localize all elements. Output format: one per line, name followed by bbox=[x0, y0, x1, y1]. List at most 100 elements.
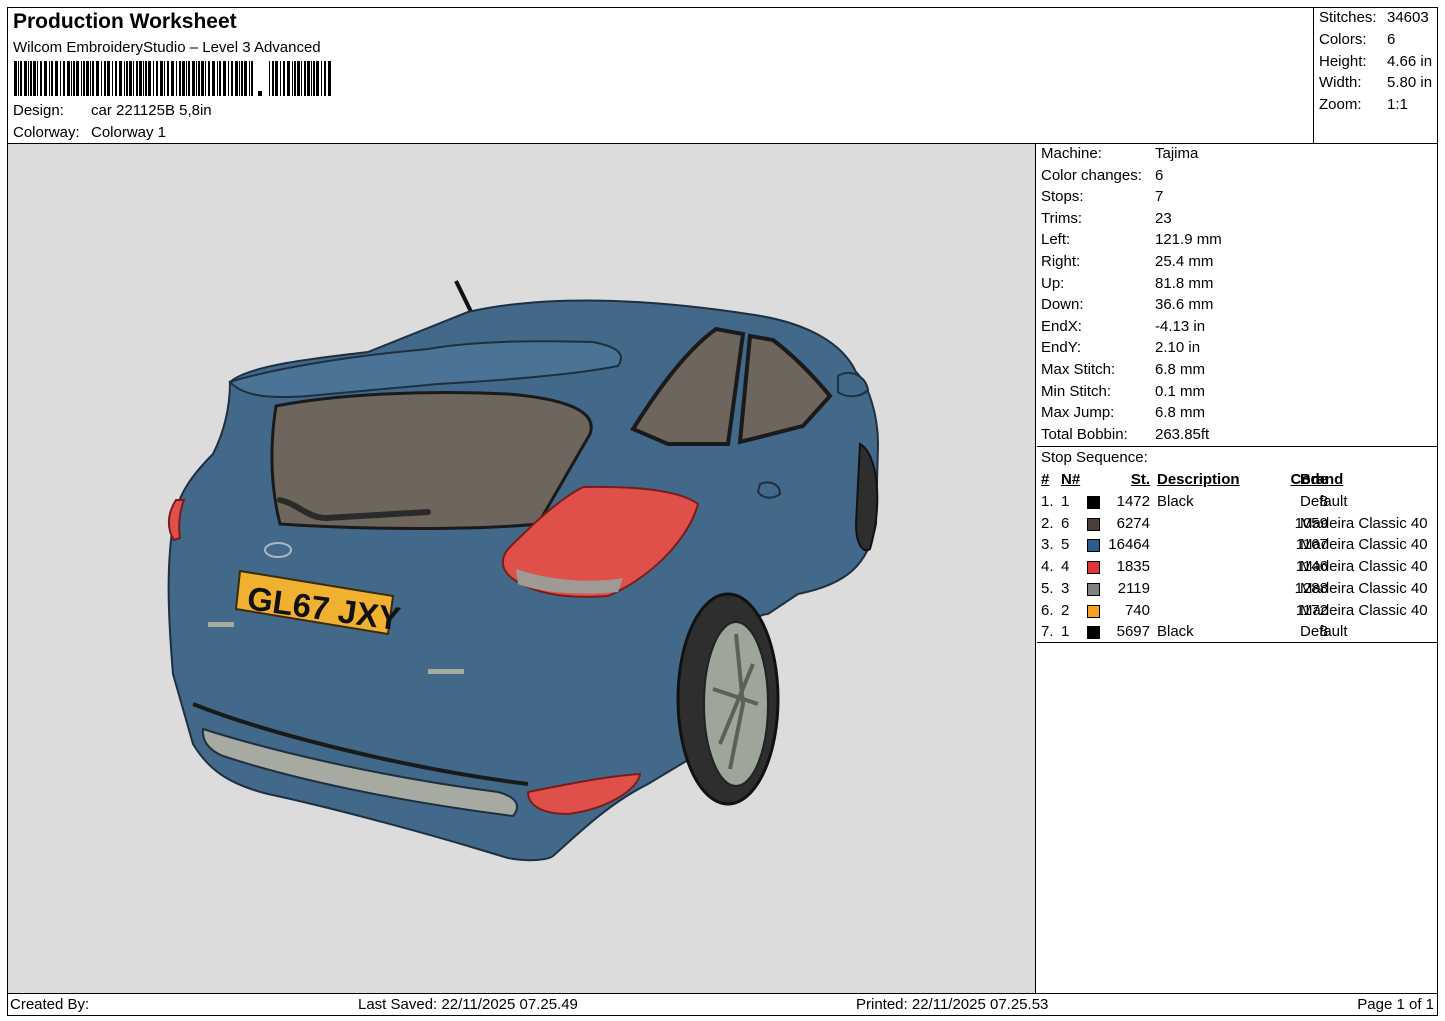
seq-index: 3. bbox=[1041, 536, 1054, 554]
col-header-index: # bbox=[1041, 471, 1050, 488]
seq-index: 6. bbox=[1041, 601, 1054, 619]
machine-info-row: Trims: 23 bbox=[1041, 210, 1172, 227]
thread-color-swatch bbox=[1087, 604, 1100, 618]
machine-info-value: Tajima bbox=[1155, 145, 1199, 162]
thread-brand: Default bbox=[1300, 493, 1348, 510]
machine-info-label: Trims: bbox=[1041, 209, 1083, 227]
side-mirror-shape bbox=[837, 371, 870, 398]
stitch-count: 16464 bbox=[1108, 536, 1150, 554]
worksheet-footer: Created By: Last Saved: 22/11/2025 07.25… bbox=[8, 994, 1437, 1016]
fog-light-shape bbox=[428, 669, 464, 674]
stop-sequence-header: # N# St. Description Code Brand bbox=[1037, 471, 1437, 492]
stitch-count: 740 bbox=[1124, 601, 1150, 619]
thread-color-swatch bbox=[1087, 626, 1100, 640]
machine-info-row: Max Jump: 6.8 mm bbox=[1041, 404, 1205, 421]
thread-color-swatch bbox=[1087, 517, 1100, 531]
printed-date: Printed: 22/11/2025 07.25.53 bbox=[856, 996, 1049, 1013]
sequence-divider bbox=[1037, 642, 1437, 643]
stat-stitches: Stitches: 34603 bbox=[1319, 9, 1429, 26]
created-by: Created By: bbox=[10, 996, 90, 1013]
machine-info-row: Max Stitch: 6.8 mm bbox=[1041, 361, 1205, 378]
needle-number: 6 bbox=[1061, 514, 1070, 532]
machine-info-row: Left: 121.9 mm bbox=[1041, 231, 1222, 248]
rear-window-shape bbox=[270, 391, 593, 530]
col-header-stitches: St. bbox=[1130, 471, 1150, 488]
machine-info-label: Max Jump: bbox=[1041, 404, 1115, 422]
worksheet-header: Production Worksheet Wilcom EmbroiderySt… bbox=[11, 8, 1311, 143]
machine-info-row: Color changes: 6 bbox=[1041, 167, 1163, 184]
stitch-count: 1472 bbox=[1116, 493, 1150, 510]
machine-info-row: Down: 36.6 mm bbox=[1041, 296, 1213, 313]
colorway-row: Colorway: Colorway 1 bbox=[13, 124, 166, 141]
stop-sequence-row: 5. 3 2119 1288 Madeira Classic 40 bbox=[1037, 580, 1437, 601]
colorway-value: Colorway 1 bbox=[91, 124, 167, 141]
machine-info-label: Down: bbox=[1041, 296, 1084, 314]
barcode-image bbox=[14, 61, 331, 96]
machine-info-label: Left: bbox=[1041, 231, 1071, 249]
needle-number: 1 bbox=[1061, 623, 1070, 641]
machine-info-value: 7 bbox=[1155, 188, 1164, 206]
thread-color-swatch bbox=[1087, 496, 1100, 509]
thread-color-swatch bbox=[1087, 561, 1100, 575]
stop-sequence-row: 2. 6 6274 1059 Madeira Classic 40 bbox=[1037, 515, 1437, 536]
machine-info-panel: Machine: Tajima Color changes: 6 Stops: 7 Trim… bbox=[1037, 144, 1437, 446]
machine-info-value: 6.8 mm bbox=[1155, 361, 1206, 378]
thread-description: Black bbox=[1157, 493, 1194, 510]
machine-info-label: EndY: bbox=[1041, 339, 1082, 357]
machine-info-label: Stops: bbox=[1041, 188, 1084, 206]
page-number: Page 1 of 1 bbox=[1357, 996, 1434, 1013]
thread-brand: Madeira Classic 40 bbox=[1300, 536, 1428, 554]
machine-info-row: Min Stitch: 0.1 mm bbox=[1041, 383, 1205, 400]
machine-info-row: Machine: Tajima bbox=[1041, 145, 1198, 162]
needle-number: 5 bbox=[1061, 536, 1070, 554]
machine-info-value: 121.9 mm bbox=[1155, 231, 1222, 249]
machine-info-value: 2.10 in bbox=[1155, 339, 1201, 357]
stop-sequence-title: Stop Sequence: bbox=[1041, 449, 1148, 466]
design-preview-canvas: GL67 JXY bbox=[8, 144, 1036, 994]
seq-index: 5. bbox=[1041, 579, 1054, 597]
stop-sequence-table: Stop Sequence: # N# St. Description Code… bbox=[1037, 447, 1437, 643]
thread-brand: Default bbox=[1300, 623, 1348, 641]
design-value: car 221125B 5,8in bbox=[91, 102, 212, 119]
col-header-description: Description bbox=[1157, 471, 1240, 488]
machine-info-value: 25.4 mm bbox=[1155, 253, 1214, 270]
thread-color-swatch bbox=[1087, 539, 1100, 553]
thread-brand: Madeira Classic 40 bbox=[1300, 558, 1428, 576]
machine-info-row: Stops: 7 bbox=[1041, 188, 1163, 205]
machine-info-row: Up: 81.8 mm bbox=[1041, 275, 1213, 292]
machine-info-value: 23 bbox=[1155, 209, 1172, 227]
stop-sequence-row: 3. 5 16464 1167 Madeira Classic 40 bbox=[1037, 536, 1437, 557]
seq-index: 4. bbox=[1041, 558, 1054, 576]
col-header-brand: Brand bbox=[1300, 471, 1344, 488]
stop-sequence-row: 1. 1 1472 Black 8 Default bbox=[1037, 493, 1437, 514]
thread-brand: Madeira Classic 40 bbox=[1300, 514, 1428, 532]
stitch-count: 5697 bbox=[1116, 623, 1150, 641]
needle-number: 3 bbox=[1061, 579, 1070, 597]
col-header-needle: N# bbox=[1061, 471, 1081, 488]
machine-info-label: EndX: bbox=[1041, 317, 1082, 335]
machine-info-label: Up: bbox=[1041, 274, 1065, 292]
stop-sequence-row: 4. 4 1835 1146 Madeira Classic 40 bbox=[1037, 558, 1437, 579]
production-worksheet: Production Worksheet Wilcom EmbroiderySt… bbox=[7, 7, 1438, 1016]
machine-info-label: Right: bbox=[1041, 253, 1081, 270]
machine-info-row: Right: 25.4 mm bbox=[1041, 253, 1213, 270]
seq-index: 7. bbox=[1041, 623, 1054, 641]
machine-info-value: 0.1 mm bbox=[1155, 382, 1206, 400]
needle-number: 2 bbox=[1061, 601, 1070, 619]
design-label: Design: bbox=[13, 102, 64, 119]
colorway-label: Colorway: bbox=[13, 124, 80, 141]
thread-brand: Madeira Classic 40 bbox=[1300, 579, 1428, 597]
needle-number: 4 bbox=[1061, 558, 1070, 576]
stat-colors: Colors: 6 bbox=[1319, 31, 1396, 48]
software-name: Wilcom EmbroideryStudio – Level 3 Advanc… bbox=[13, 39, 321, 56]
stitch-count: 2119 bbox=[1117, 579, 1150, 597]
stitch-count: 6274 bbox=[1116, 514, 1150, 532]
stat-width: Width: 5.80 in bbox=[1319, 74, 1433, 91]
stitch-count: 1835 bbox=[1116, 558, 1150, 576]
machine-info-label: Max Stitch: bbox=[1041, 361, 1116, 378]
car-embroidery-illustration: GL67 JXY bbox=[167, 280, 880, 862]
machine-info-row: Total Bobbin: 263.85ft bbox=[1041, 426, 1209, 443]
machine-info-value: -4.13 in bbox=[1155, 317, 1206, 335]
reverse-light-shape bbox=[208, 622, 234, 627]
machine-info-row: EndX: -4.13 in bbox=[1041, 318, 1205, 335]
